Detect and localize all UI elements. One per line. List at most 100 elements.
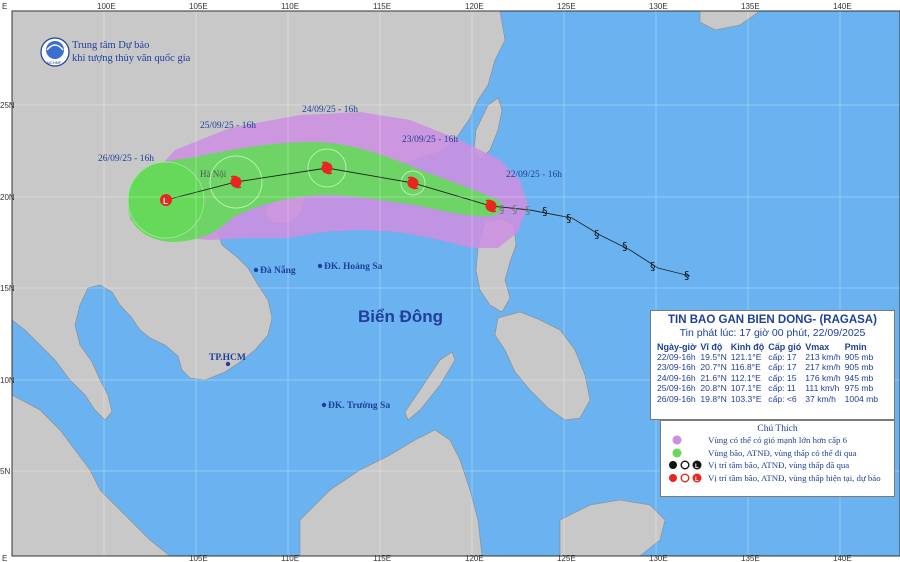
lat-label: 15N: [0, 284, 15, 293]
table-cell: cấp: 11: [768, 383, 796, 394]
table-cell: 975 mb: [844, 383, 874, 394]
legend-item: L Vị trí tâm bão, ATNĐ, vùng thấp đã qua: [661, 459, 894, 472]
island-marker-truong-sa: [321, 402, 327, 408]
table-cell: 37 km/h: [805, 393, 836, 404]
table-cell: 25/09-16h: [657, 383, 696, 394]
lon-label: 115E: [373, 2, 391, 11]
lon-label: 105E: [189, 2, 208, 11]
storm-forecast-icon: [230, 175, 242, 189]
legend-label: Vùng bão, ATNĐ, vùng thấp có thể đi qua: [708, 447, 857, 458]
table-cell: cấp: 17: [768, 352, 797, 362]
island-truong-sa: ĐK. Trường Sa: [328, 401, 390, 411]
lat-label: 10N: [0, 376, 15, 385]
storm-past-icon: §: [594, 228, 600, 241]
col-header: Cấp gió: [768, 342, 802, 352]
track-label-23: 23/09/25 - 16h: [402, 135, 458, 145]
table-cell: 1004 mb: [844, 393, 879, 404]
table-row: 22/09-16h 19.5°N 121.1°E cấp: 17 213 km/…: [655, 352, 880, 362]
storm-past-icon: §: [566, 212, 572, 225]
corner-label: E: [2, 554, 7, 562]
table-cell: 20.7°N: [700, 362, 727, 373]
table-cell: 116.8°E: [730, 362, 761, 373]
lat-label: 25N: [0, 101, 15, 110]
table-cell: 20.8°N: [700, 383, 727, 394]
lon-label: 100E: [97, 2, 116, 11]
table-cell: 905 mb: [844, 352, 874, 362]
col-header: Pmin: [844, 342, 867, 352]
table-cell: 103.3°E: [730, 393, 762, 404]
legend-item: Vùng bão, ATNĐ, vùng thấp có thể đi qua: [661, 447, 894, 460]
storm-info-issued: Tin phát lúc: 17 giờ 00 phút, 22/09/2025: [679, 327, 866, 339]
table-cell: 107.1°E: [730, 383, 762, 394]
lat-label: 20N: [0, 193, 15, 202]
legend-label: Vị trí tâm bão, ATNĐ, vùng thấp hiện tại…: [708, 472, 881, 483]
table-cell: 21.6°N: [700, 372, 727, 383]
col-header: Vmax: [805, 342, 830, 352]
svg-text:L: L: [695, 477, 699, 483]
purple-dot-icon: [672, 435, 682, 445]
lat-label: 5N: [0, 467, 10, 476]
lon-label: 110E: [281, 554, 299, 562]
legend-label: Vị trí tâm bão, ATNĐ, vùng thấp đã qua: [708, 460, 850, 470]
island-marker-hoang-sa: [317, 263, 323, 269]
agency-name-line2: khí tượng thủy văn quốc gia: [72, 53, 191, 64]
col-header: Vĩ độ: [700, 342, 723, 352]
storm-info-table: Ngày-giờ Vĩ độ Kinh độ Cấp gió Vmax Pmin…: [655, 342, 880, 404]
past-storm-symbols-icon: L: [669, 460, 702, 470]
lon-label: 120E: [465, 2, 484, 11]
table-cell: 111 km/h: [805, 383, 840, 394]
table-row: 23/09-16h 20.7°N 116.8°E cấp: 17 217 km/…: [655, 362, 880, 372]
city-da-nang: Đà Nẵng: [260, 265, 296, 276]
track-label-26: 26/09/25 - 16h: [98, 154, 154, 164]
storm-past-icon: §: [542, 205, 548, 218]
storm-forecast-icon: [407, 176, 419, 190]
table-cell: 945 mb: [844, 372, 874, 383]
lon-label: 130E: [649, 554, 668, 562]
svg-text:L: L: [695, 464, 699, 470]
forecast-storm-symbols-icon: L: [669, 473, 702, 483]
lon-label: 130E: [649, 2, 668, 11]
table-cell: 22/09-16h: [657, 352, 696, 362]
lon-label: 125E: [557, 2, 576, 11]
svg-text:L: L: [163, 197, 168, 206]
legend-label: Vùng có thể có gió mạnh lớn hơn cấp 6: [708, 435, 848, 445]
island-hoang-sa: ĐK. Hoàng Sa: [324, 262, 383, 272]
green-dot-icon: [672, 448, 682, 457]
table-cell: cấp: <6: [768, 393, 797, 404]
storm-past-icon: §: [499, 203, 505, 216]
lon-label: 140E: [833, 554, 852, 562]
lon-label: 120E: [465, 554, 484, 562]
storm-past-icon: §: [684, 269, 690, 282]
storm-info-title: TIN BAO GAN BIEN DONG- (RAGASA): [668, 314, 877, 326]
corner-label: E: [2, 2, 7, 11]
city-marker-da-nang: [253, 267, 259, 273]
city-hcm: TP.HCM: [209, 353, 246, 363]
sea-name: Biển Đông: [358, 307, 443, 326]
city-ha-noi: Hà Nội: [200, 169, 227, 179]
legend-item: Vùng có thể có gió mạnh lớn hơn cấp 6: [661, 434, 894, 447]
legend-title: Chú Thích: [757, 424, 798, 434]
storm-past-icon: §: [512, 203, 518, 216]
storm-current-icon: [485, 199, 497, 213]
legend-item: L Vị trí tâm bão, ATNĐ, vùng thấp hiện t…: [661, 472, 894, 485]
track-label-24: 24/09/25 - 16h: [302, 105, 358, 115]
table-cell: 112.1°E: [730, 372, 761, 383]
agency-name-line1: Trung tâm Dự báo: [72, 40, 149, 51]
low-pressure-icon: L: [160, 194, 172, 206]
agency-logo: NCHMF: [40, 37, 70, 67]
table-cell: 905 mb: [844, 362, 874, 373]
storm-info-panel: TIN BAO GAN BIEN DONG- (RAGASA) Tin phát…: [650, 310, 895, 420]
table-row: 26/09-16h 19.8°N 103.3°E cấp: <6 37 km/h…: [655, 394, 880, 404]
lon-label: 115E: [373, 554, 391, 562]
table-cell: cấp: 15: [768, 372, 797, 383]
table-row: 25/09-16h 20.8°N 107.1°E cấp: 11 111 km/…: [655, 383, 880, 393]
table-row: 24/09-16h 21.6°N 112.1°E cấp: 15 176 km/…: [655, 373, 880, 383]
storm-past-icon: §: [622, 240, 628, 253]
storm-past-icon: §: [525, 204, 531, 217]
storm-forecast-icon: [321, 161, 333, 175]
table-cell: 19.8°N: [700, 393, 727, 404]
track-label-22: 22/09/25 - 16h: [506, 170, 562, 180]
table-cell: 217 km/h: [805, 362, 841, 373]
col-header: Ngày-giờ: [657, 342, 697, 352]
table-cell: 26/09-16h: [657, 393, 696, 404]
